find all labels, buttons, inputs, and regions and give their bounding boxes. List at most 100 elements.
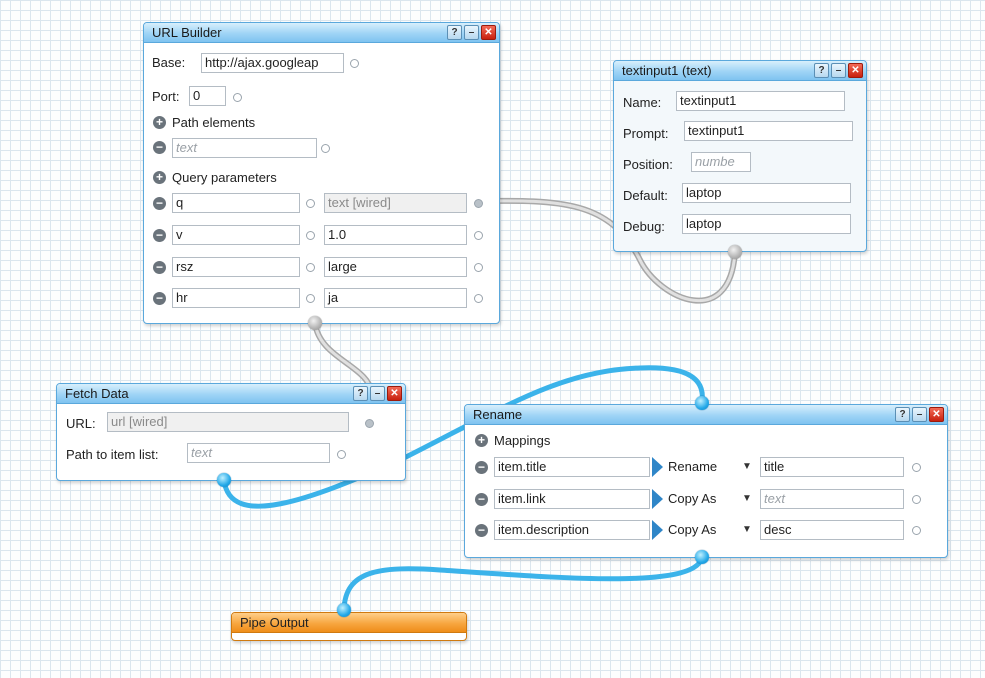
fetch-data-titlebar[interactable]: Fetch Data ? – ✕ [57, 384, 405, 404]
param-value-terminal[interactable] [474, 263, 483, 272]
remove-param-icon[interactable]: − [153, 261, 166, 274]
param-value-input[interactable]: 1.0 [324, 225, 467, 245]
param-key-terminal[interactable] [306, 294, 315, 303]
url-input[interactable]: url [wired] [107, 412, 349, 432]
param-key-input[interactable]: rsz [172, 257, 300, 277]
mapping-field-input[interactable]: item.description [494, 520, 650, 540]
remove-path-element-icon[interactable]: − [153, 141, 166, 154]
remove-mapping-icon[interactable]: − [475, 493, 488, 506]
base-input[interactable]: http://ajax.googleap [201, 53, 344, 73]
param-value-terminal[interactable] [474, 231, 483, 240]
help-button[interactable]: ? [447, 25, 462, 40]
textinput-output-node[interactable] [728, 245, 742, 259]
url-builder-titlebar[interactable]: URL Builder ? – ✕ [144, 23, 499, 43]
port-input[interactable]: 0 [189, 86, 226, 106]
pipe-output-module[interactable]: Pipe Output [231, 612, 467, 641]
textinput-window-buttons: ? – ✕ [814, 63, 863, 78]
rename-module[interactable]: Rename ? – ✕ + Mappings − item.title Ren… [464, 404, 948, 558]
chevron-down-icon: ▼ [742, 461, 752, 472]
mapping-operation-select[interactable]: Copy As ▼ [665, 520, 756, 540]
remove-mapping-icon[interactable]: − [475, 461, 488, 474]
rename-title: Rename [473, 407, 523, 422]
mapping-target-input[interactable]: text [760, 489, 904, 509]
mapping-target-input[interactable]: title [760, 457, 904, 477]
name-label: Name: [623, 95, 662, 110]
param-key-terminal[interactable] [306, 231, 315, 240]
mapping-target-terminal[interactable] [912, 526, 921, 535]
mapping-target-input[interactable]: desc [760, 520, 904, 540]
remove-mapping-icon[interactable]: − [475, 524, 488, 537]
position-label: Position: [623, 157, 673, 172]
mapping-field-input[interactable]: item.link [494, 489, 650, 509]
mapping-operation-value: Copy As [668, 522, 717, 537]
minimize-button[interactable]: – [464, 25, 479, 40]
path-elements-label: Path elements [172, 115, 256, 130]
rename-input-node[interactable] [695, 396, 709, 410]
position-input[interactable]: numbe [691, 152, 751, 172]
fetch-data-title: Fetch Data [65, 386, 129, 401]
name-input[interactable]: textinput1 [676, 91, 845, 111]
add-query-parameter-icon[interactable]: + [153, 171, 166, 184]
rename-output-node[interactable] [695, 550, 709, 564]
mapping-arrow-icon [652, 489, 663, 509]
url-builder-title: URL Builder [152, 25, 222, 40]
minimize-button[interactable]: – [831, 63, 846, 78]
default-input[interactable]: laptop [682, 183, 851, 203]
close-button[interactable]: ✕ [481, 25, 496, 40]
param-value-input[interactable]: text [wired] [324, 193, 467, 213]
remove-param-icon[interactable]: − [153, 229, 166, 242]
textinput-titlebar[interactable]: textinput1 (text) ? – ✕ [614, 61, 866, 81]
help-button[interactable]: ? [353, 386, 368, 401]
path-element-input[interactable]: text [172, 138, 317, 158]
path-to-item-list-input[interactable]: text [187, 443, 330, 463]
path-to-item-list-label: Path to item list: [66, 447, 159, 462]
mapping-operation-select[interactable]: Copy As ▼ [665, 489, 756, 509]
base-terminal[interactable] [350, 59, 359, 68]
mapping-field-input[interactable]: item.title [494, 457, 650, 477]
param-value-terminal[interactable] [474, 199, 483, 208]
close-button[interactable]: ✕ [387, 386, 402, 401]
help-button[interactable]: ? [895, 407, 910, 422]
fetch-data-module[interactable]: Fetch Data ? – ✕ URL: url [wired] Path t… [56, 383, 406, 481]
url-terminal[interactable] [365, 419, 374, 428]
minimize-button[interactable]: – [912, 407, 927, 422]
mapping-operation-value: Copy As [668, 491, 717, 506]
fetch-data-window-buttons: ? – ✕ [353, 386, 402, 401]
param-key-terminal[interactable] [306, 263, 315, 272]
port-label: Port: [152, 89, 180, 104]
add-mapping-icon[interactable]: + [475, 434, 488, 447]
mapping-arrow-icon [652, 457, 663, 477]
remove-param-icon[interactable]: − [153, 292, 166, 305]
add-path-element-icon[interactable]: + [153, 116, 166, 129]
url-builder-module[interactable]: URL Builder ? – ✕ Base: http://ajax.goog… [143, 22, 500, 324]
param-value-terminal[interactable] [474, 294, 483, 303]
debug-label: Debug: [623, 219, 665, 234]
close-button[interactable]: ✕ [929, 407, 944, 422]
mapping-target-terminal[interactable] [912, 495, 921, 504]
port-terminal[interactable] [233, 93, 242, 102]
path-to-item-list-terminal[interactable] [337, 450, 346, 459]
fetch-data-output-node[interactable] [217, 473, 231, 487]
pipe-output-input-node[interactable] [337, 603, 351, 617]
pipe-output-titlebar[interactable]: Pipe Output [232, 613, 466, 633]
mapping-target-terminal[interactable] [912, 463, 921, 472]
path-element-terminal[interactable] [321, 144, 330, 153]
remove-param-icon[interactable]: − [153, 197, 166, 210]
debug-input[interactable]: laptop [682, 214, 851, 234]
query-parameters-label: Query parameters [172, 170, 277, 185]
param-value-input[interactable]: ja [324, 288, 467, 308]
param-key-terminal[interactable] [306, 199, 315, 208]
minimize-button[interactable]: – [370, 386, 385, 401]
param-key-input[interactable]: v [172, 225, 300, 245]
mapping-arrow-icon [652, 520, 663, 540]
param-key-input[interactable]: hr [172, 288, 300, 308]
mapping-operation-select[interactable]: Rename ▼ [665, 457, 756, 477]
param-key-input[interactable]: q [172, 193, 300, 213]
textinput-module[interactable]: textinput1 (text) ? – ✕ Name: textinput1… [613, 60, 867, 252]
close-button[interactable]: ✕ [848, 63, 863, 78]
help-button[interactable]: ? [814, 63, 829, 78]
chevron-down-icon: ▼ [742, 493, 752, 504]
param-value-input[interactable]: large [324, 257, 467, 277]
url-builder-output-node[interactable] [308, 316, 322, 330]
prompt-input[interactable]: textinput1 [684, 121, 853, 141]
